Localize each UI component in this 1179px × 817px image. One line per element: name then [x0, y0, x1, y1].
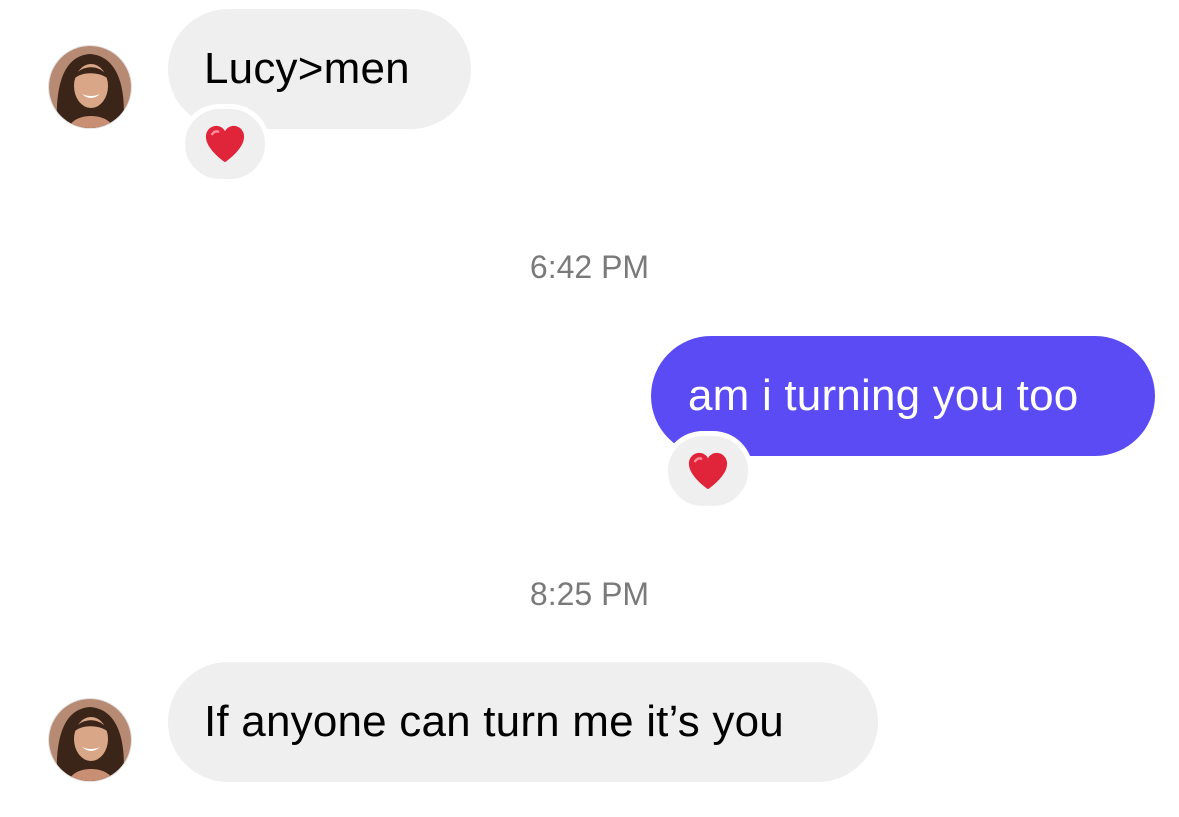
- message-text: Lucy>men: [204, 44, 410, 93]
- avatar-photo-icon: [49, 46, 131, 128]
- timestamp: 8:25 PM: [529, 576, 650, 612]
- message-reaction[interactable]: [180, 104, 270, 184]
- contact-avatar[interactable]: [48, 698, 132, 782]
- timestamp: 6:42 PM: [529, 249, 650, 285]
- message-reaction[interactable]: [663, 431, 753, 511]
- contact-avatar[interactable]: [48, 45, 132, 129]
- heart-icon: [688, 452, 728, 490]
- avatar-photo-icon: [49, 699, 131, 781]
- message-text: If anyone can turn me it’s you: [204, 697, 784, 746]
- heart-icon: [205, 125, 245, 163]
- message-text: am i turning you too: [688, 371, 1079, 420]
- message-bubble-incoming[interactable]: If anyone can turn me it’s you: [168, 662, 878, 782]
